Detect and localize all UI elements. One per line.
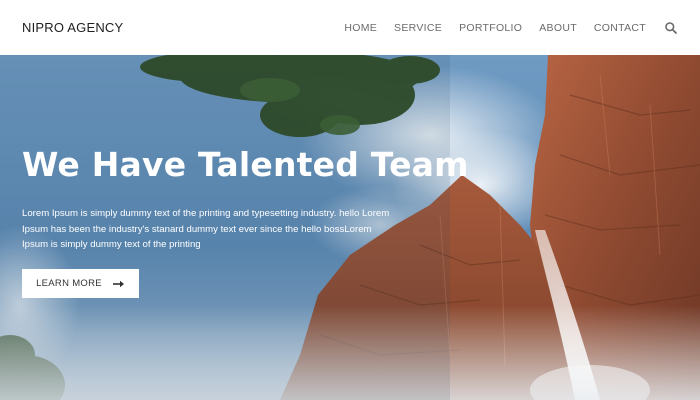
learn-more-label: LEARN MORE xyxy=(36,278,102,289)
site-header: NIPRO AGENCY HOME SERVICE PORTFOLIO ABOU… xyxy=(0,0,700,55)
arrow-right-icon xyxy=(112,280,125,288)
nav-about[interactable]: ABOUT xyxy=(539,22,577,34)
hero-section: We Have Talented Team Lorem Ipsum is sim… xyxy=(0,55,700,400)
main-nav: HOME SERVICE PORTFOLIO ABOUT CONTACT xyxy=(344,21,678,35)
hero-description: Lorem Ipsum is simply dummy text of the … xyxy=(22,208,390,250)
nav-contact[interactable]: CONTACT xyxy=(594,22,646,34)
search-icon[interactable] xyxy=(664,21,678,35)
nav-service[interactable]: SERVICE xyxy=(394,22,442,34)
learn-more-button[interactable]: LEARN MORE xyxy=(22,269,139,298)
nav-home[interactable]: HOME xyxy=(344,22,377,34)
brand-logo[interactable]: NIPRO AGENCY xyxy=(22,20,123,35)
page: NIPRO AGENCY HOME SERVICE PORTFOLIO ABOU… xyxy=(0,0,700,400)
hero-title: We Have Talented Team xyxy=(22,145,469,184)
nav-portfolio[interactable]: PORTFOLIO xyxy=(459,22,522,34)
